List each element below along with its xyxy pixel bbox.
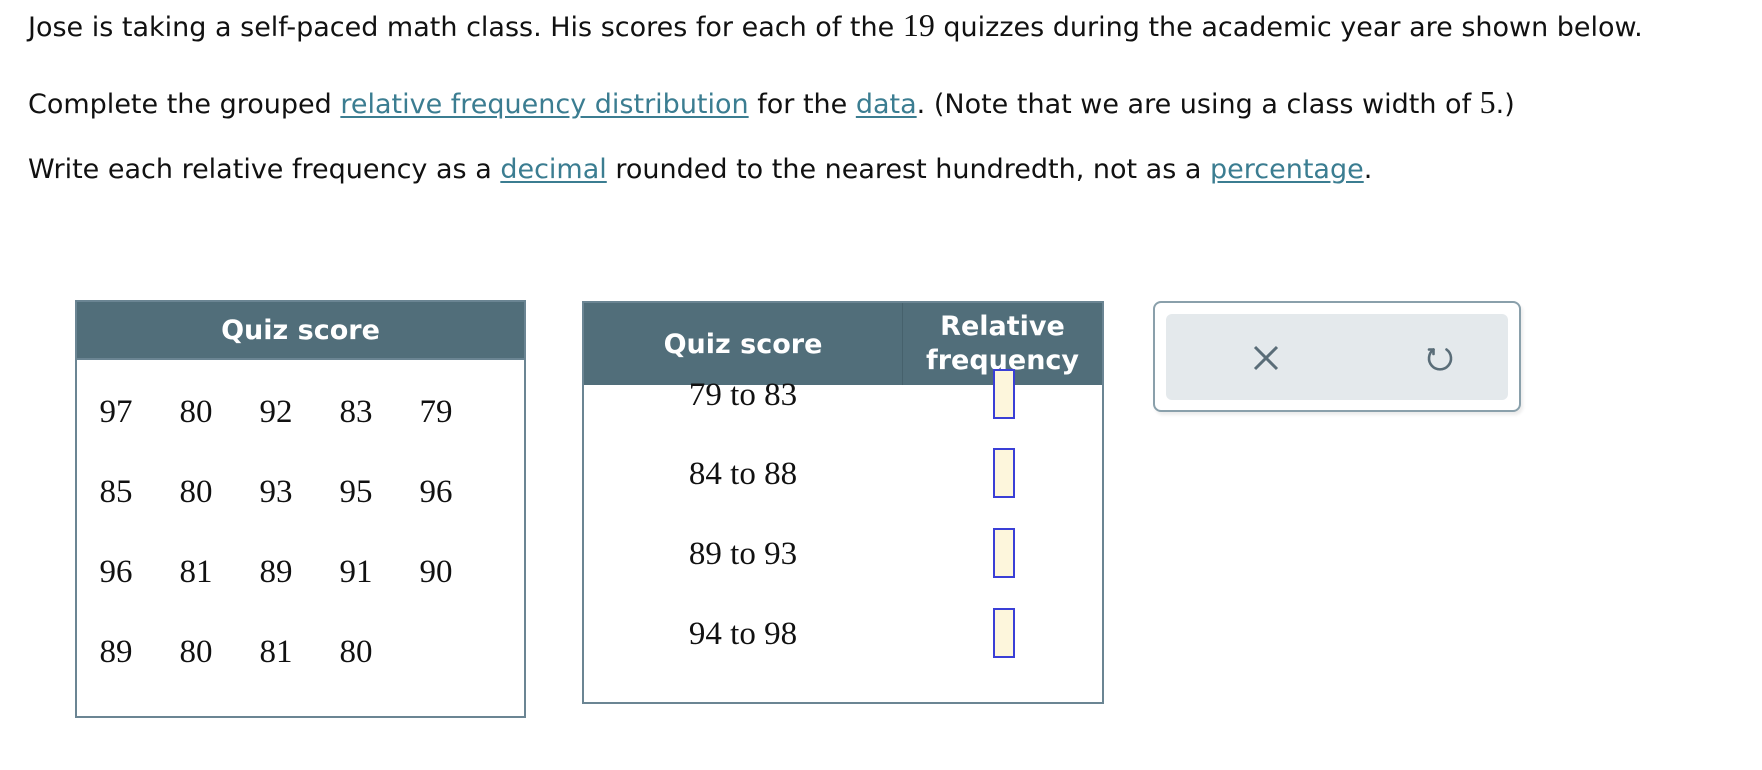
quiz-score-value: 85: [99, 474, 133, 510]
data-link[interactable]: data: [856, 89, 917, 120]
relative-frequency-input[interactable]: [993, 369, 1015, 419]
quiz-score-value: 90: [419, 554, 453, 590]
relative-frequency-input[interactable]: [993, 608, 1015, 658]
quiz-score-value: 80: [179, 474, 213, 510]
quiz-score-value: 80: [179, 634, 213, 670]
quiz-count: 19: [902, 7, 935, 43]
quiz-score-value: 96: [419, 474, 453, 510]
quiz-score-value: 80: [179, 394, 213, 430]
relative-frequency-distribution-link[interactable]: relative frequency distribution: [340, 89, 748, 120]
class-width: 5: [1479, 84, 1496, 120]
quiz-score-value: 81: [259, 634, 293, 670]
class-interval-label: 89 to 93: [688, 536, 798, 572]
quiz-score-value: 89: [99, 634, 133, 670]
data-table-row: 97 80 92 83 79: [77, 392, 524, 432]
percentage-link[interactable]: percentage: [1210, 154, 1364, 185]
relative-frequency-table: Quiz score Relative frequency 79 to 83 84…: [582, 301, 1104, 704]
quiz-score-value: 95: [339, 474, 373, 510]
prompt-text: for the: [748, 89, 856, 120]
quiz-score-value: 91: [339, 554, 373, 590]
data-table-row: 89 80 81 80: [77, 632, 524, 672]
clear-button[interactable]: [1248, 340, 1284, 376]
data-table-row: 96 81 89 91 90: [77, 552, 524, 592]
quiz-score-value: 80: [339, 634, 373, 670]
prompt-text: .): [1495, 89, 1515, 120]
class-interval-label: 94 to 98: [688, 616, 798, 652]
undo-icon: [1427, 348, 1453, 371]
freq-table-row: 84 to 88: [584, 446, 1102, 502]
answer-tools-bar: [1166, 314, 1508, 400]
prompt-text: .: [1363, 154, 1373, 185]
format-instruction: Write each relative frequency as a decim…: [28, 153, 1372, 187]
instruction-line: Complete the grouped relative frequency …: [28, 85, 1515, 122]
prompt-text: rounded to the nearest hundredth, not as…: [606, 154, 1211, 185]
clear-icon: [1253, 345, 1279, 371]
class-interval-label: 84 to 88: [688, 456, 798, 492]
class-interval-label: 79 to 83: [688, 377, 798, 413]
prompt-text: . (Note that we are using a class width …: [916, 89, 1480, 120]
data-table-row: 85 80 93 95 96: [77, 472, 524, 512]
data-table-header: Quiz score: [77, 302, 524, 360]
quiz-score-value: 79: [419, 394, 453, 430]
answer-tools-panel: [1153, 301, 1521, 412]
freq-table-row: 89 to 93: [584, 526, 1102, 582]
quiz-score-value: 97: [99, 394, 133, 430]
freq-table-row: 94 to 98: [584, 606, 1102, 662]
undo-button[interactable]: [1422, 340, 1458, 376]
freq-table-row: 79 to 83: [584, 367, 1102, 423]
quiz-score-data-table: Quiz score 97 80 92 83 79 85 80 93 95 96 96 81 89 91 9…: [75, 300, 526, 718]
prompt-text: Complete the grouped: [28, 89, 341, 120]
decimal-link[interactable]: decimal: [500, 154, 606, 185]
prompt-text: Write each relative frequency as a: [28, 154, 501, 185]
quiz-score-value: 92: [259, 394, 293, 430]
quiz-score-value: 96: [99, 554, 133, 590]
quiz-score-value: 89: [259, 554, 293, 590]
problem-statement: Jose is taking a self-paced math class. …: [28, 8, 1643, 45]
relative-frequency-input[interactable]: [993, 528, 1015, 578]
relative-frequency-input[interactable]: [993, 448, 1015, 498]
quiz-score-value: 81: [179, 554, 213, 590]
quiz-score-value: 83: [339, 394, 373, 430]
quiz-score-value: 93: [259, 474, 293, 510]
prompt-text: Jose is taking a self-paced math class. …: [28, 12, 903, 43]
prompt-text: quizzes during the academic year are sho…: [934, 12, 1643, 43]
